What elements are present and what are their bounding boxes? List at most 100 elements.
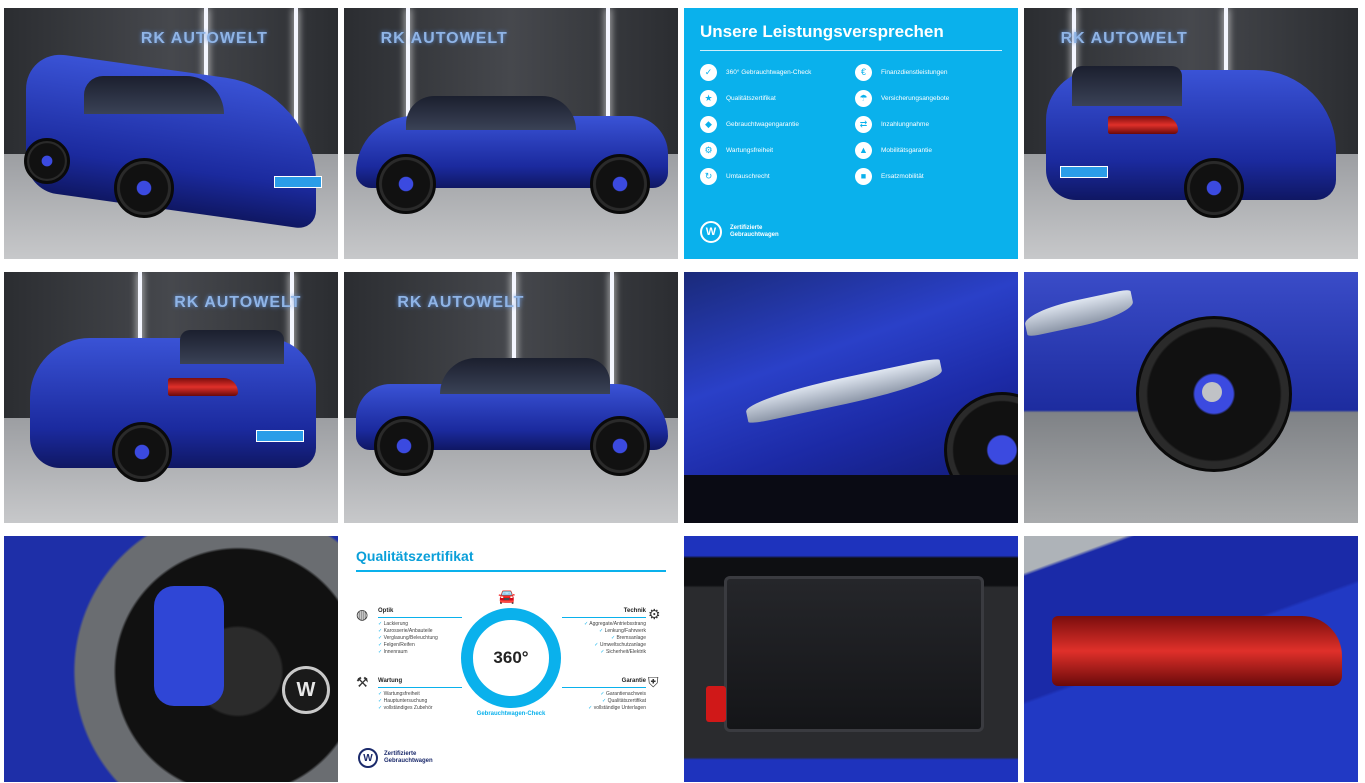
gallery-photo-brake-caliper[interactable]: W [4,536,338,782]
ring-caption: Gebrauchtwagen-Check [476,711,546,717]
promise-item: ⇄ Inzahlungnahme [855,115,1002,133]
check-item: Aggregate/Antriebsstrang [562,621,646,628]
dealer-logo: RK AUTOWELT [397,294,525,311]
badge-text: Zertifizierte Gebrauchtwagen [730,225,779,238]
promise-item: ☂ Versicherungsangebote [855,89,1002,107]
license-plate [274,176,322,188]
gallery-photo-side-right[interactable]: RK AUTOWELT [344,8,678,259]
promise-label: Qualitätszertifikat [726,94,776,102]
wheel [590,416,650,476]
photo-gallery-grid: RK AUTOWELT RK AUTOWELT Unsere Leistungs… [4,8,1358,782]
ring-value: 360° [493,648,529,667]
gallery-photo-side-left[interactable]: RK AUTOWELT [344,272,678,523]
dealer-logo: RK AUTOWELT [174,294,302,311]
panel-title: Unsere Leistungsversprechen [700,22,944,41]
fuel-canister [706,686,726,722]
dealer-logo: RK AUTOWELT [140,30,268,47]
wheel [590,154,650,214]
promise-item: ★ Qualitätszertifikat [700,89,847,107]
check-item: vollständige Unterlagen [562,705,646,712]
wheel [114,158,174,218]
headlight [1024,288,1136,338]
check-item: Garantienachweis [562,691,646,698]
promise-list: ✓ 360° Gebrauchtwagen-Check € Finanzdienst… [700,63,1002,185]
section-heading: Garantie [562,678,646,688]
exchange-icon: ↻ [700,167,717,185]
certificate-icon: ★ [700,89,717,107]
check-item: vollständiges Zubehör [378,705,462,712]
section-heading: Optik [378,608,462,618]
vw-certified-badge: W Zertifizierte Gebrauchtwagen [700,221,779,243]
gallery-photo-front-left[interactable]: RK AUTOWELT [4,8,338,259]
promise-item: ■ Ersatzmobilität [855,167,1002,185]
wheel [1184,158,1244,218]
technik-section: Technik Aggregate/Antriebsstrang Lenkung… [562,608,646,656]
rear-window [1072,66,1182,106]
check-item: Felgen/Reifen [378,642,462,649]
car-windows [440,358,610,394]
promise-label: Umtauschrecht [726,172,770,180]
promise-label: Gebrauchtwagengarantie [726,120,799,128]
wrench-icon: ⚙ [700,141,717,159]
gallery-photo-trunk[interactable] [684,536,1018,782]
rear-window [180,330,284,364]
tail-light [168,378,238,396]
check-item: Verglasung/Beleuchtung [378,635,462,642]
promise-label: Mobilitätsgarantie [881,146,932,154]
car-windows [84,76,224,114]
cert-title: Qualitätszertifikat [356,548,474,564]
wheel [24,138,70,184]
gallery-photo-tail-light[interactable] [1024,536,1358,782]
garantie-icon: ⛨ [648,674,659,690]
service-promise-panel[interactable]: Unsere Leistungsversprechen ✓ 360° Gebrau… [684,8,1018,259]
vw-logo-icon: W [700,221,722,243]
promise-label: Wartungsfreiheit [726,146,774,154]
quality-certificate-panel[interactable]: Qualitätszertifikat ◍ Optik Lackierung K… [344,536,678,782]
vw-certified-badge: W Zertifizierte Gebrauchtwagen [358,748,433,768]
license-plate [256,430,304,442]
promise-item: ⚙ Wartungsfreiheit [700,141,847,159]
brake-caliper [154,586,224,706]
promise-label: 360° Gebrauchtwagen-Check [726,68,812,76]
license-plate [1060,166,1108,178]
vw-hub-cap: W [282,666,330,714]
check-item: Lackierung [378,621,462,628]
mobility-icon: ▲ [855,141,872,159]
check-item: Wartungsfreiheit [378,691,462,698]
check-item: Karosserie/Anbauteile [378,628,462,635]
car-windows [406,96,576,130]
promise-item: ↻ Umtauschrecht [700,167,847,185]
garantie-section: Garantie Garantienachweis Qualitätszerti… [562,678,646,712]
check-item: Umweltschutzanlage [562,642,646,649]
gallery-photo-headlight[interactable] [684,272,1018,523]
shield-icon: ◆ [700,115,717,133]
check-icon: ✓ [700,63,717,81]
finance-icon: € [855,63,872,81]
gallery-photo-rear-left[interactable]: RK AUTOWELT [4,272,338,523]
tail-light [1052,616,1342,686]
check-360-ring: 360° [461,608,561,708]
check-item: Lenkung/Fahrwerk [562,628,646,635]
wheel [376,154,436,214]
wheel [374,416,434,476]
promise-label: Ersatzmobilität [881,172,924,180]
front-grille [684,475,1018,523]
wartung-section: Wartung Wartungsfreiheit Hauptuntersuchu… [378,678,462,712]
check-item: Qualitätszertifikat [562,698,646,705]
optik-section: Optik Lackierung Karosserie/Anbauteile V… [378,608,462,656]
wheel-hub-logo [1202,382,1222,402]
gallery-photo-rear-right[interactable]: RK AUTOWELT [1024,8,1358,259]
promise-item: ✓ 360° Gebrauchtwagen-Check [700,63,847,81]
check-item: Sicherheit/Elektrik [562,649,646,656]
technik-icon: ⚙ [648,606,661,622]
headlight [743,357,945,425]
optik-icon: ◍ [356,606,369,622]
badge-text: Zertifizierte Gebrauchtwagen [384,751,433,764]
insurance-icon: ☂ [855,89,872,107]
gallery-photo-wheel[interactable] [1024,272,1358,523]
promise-label: Inzahlungnahme [881,120,930,128]
section-heading: Technik [562,608,646,618]
wartung-icon: ⚒ [356,674,369,690]
vw-logo-icon: W [358,748,378,768]
wheel [112,422,172,482]
